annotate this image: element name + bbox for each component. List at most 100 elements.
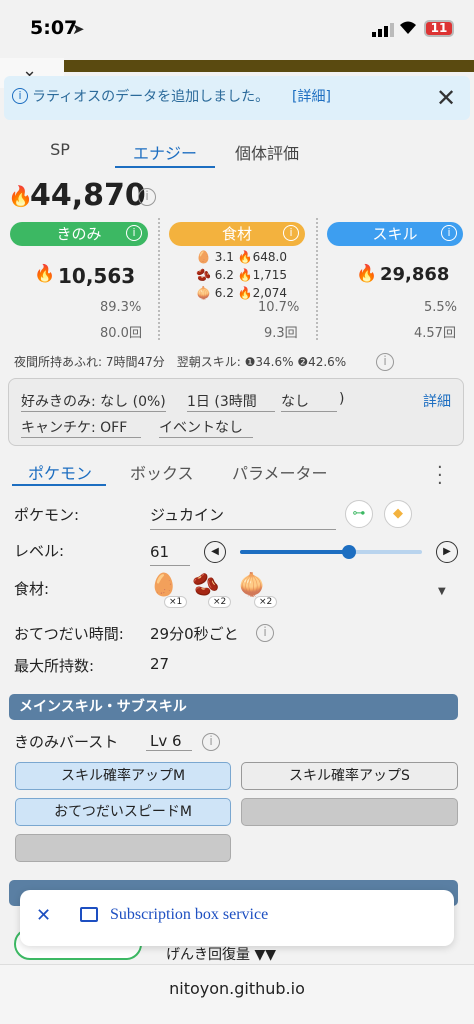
divider (158, 218, 160, 340)
help-time-value: 29分0秒ごと (150, 625, 239, 643)
leek-icon[interactable]: 🧅 (238, 573, 265, 598)
signal-icon (372, 22, 394, 41)
main-skill-level[interactable]: Lv 6 (146, 732, 192, 751)
overflow-info: 夜間所持あふれ: 7時間47分 翌朝スキル: ❶34.6% ❷42.6% (14, 355, 347, 369)
ingredient-label: 食材 (221, 225, 252, 243)
caret-down-icon[interactable]: ▼ (438, 586, 446, 597)
close-icon[interactable]: ✕ (436, 84, 456, 112)
ingredient-multiplier: ×2 (208, 596, 232, 608)
level-slider-fill (240, 550, 350, 554)
level-increase-button[interactable]: ▶ (436, 541, 458, 563)
more-icon[interactable]: · · · (437, 459, 443, 493)
candy-icon[interactable]: ◆ (384, 500, 412, 528)
subskill-empty[interactable] (15, 834, 231, 862)
skill-pct: 5.5% (424, 300, 458, 315)
ingredient-count: 9.3回 (264, 326, 298, 341)
egg-icon[interactable]: 🥚 (150, 573, 177, 598)
level-input[interactable]: 61 (150, 543, 190, 566)
level-slider[interactable] (240, 545, 422, 559)
level-slider-thumb[interactable] (342, 545, 356, 559)
ing-qty: 3.1 (214, 250, 234, 264)
wifi-icon (398, 19, 418, 39)
close-icon[interactable]: ✕ (36, 905, 51, 926)
berry-energy: 10,563 (58, 264, 136, 288)
ing-energy: 648.0 (252, 250, 287, 264)
ingredients-label: 食材: (14, 580, 50, 598)
tab-evaluation[interactable]: 個体評価 (222, 140, 312, 164)
tab-indicator (12, 484, 106, 486)
notice-text: ラティオスのデータを追加しました。 (32, 89, 270, 105)
candy-ticket-select[interactable]: キャンチケ: OFF (21, 417, 141, 438)
ing-qty: 6.2 (214, 286, 234, 300)
info-icon[interactable]: i (441, 225, 457, 241)
help-time-label: おてつだい時間: (14, 625, 124, 643)
flame-icon: 🔥 (356, 264, 378, 284)
detail-link[interactable]: 詳細 (423, 391, 451, 411)
header-bar (0, 60, 474, 72)
info-icon[interactable]: i (376, 353, 394, 371)
subskill-button[interactable]: スキル確率アップS (241, 762, 458, 790)
settings-box: 好みきのみ: なし (0%) 1日 (3時間 なし ) 詳細 キャンチケ: OF… (8, 378, 464, 446)
ing-qty: 6.2 (214, 268, 234, 282)
info-icon[interactable]: i (256, 624, 274, 642)
subscription-popup[interactable]: ✕ Subscription box service (20, 890, 454, 946)
tab-parameter[interactable]: パラメーター (232, 460, 328, 484)
level-decrease-button[interactable]: ◀ (204, 541, 226, 563)
notice-detail-link[interactable]: [詳細] (292, 86, 331, 106)
skill-pill: スキル i (327, 222, 463, 246)
sleep-select[interactable]: なし (281, 391, 337, 412)
flame-icon: 🔥 (34, 264, 56, 284)
skill-label: スキル (372, 225, 418, 243)
ingredient-row: 🥚 3.1 🔥648.0 (196, 250, 287, 264)
notice-banner: i ラティオスのデータを追加しました。 [詳細] ✕ (4, 76, 470, 120)
subskill-button[interactable]: おてつだいスピードM (15, 798, 231, 826)
energy-recovery-label: げんき回復量 ▼▼ (166, 947, 276, 963)
subskill-button[interactable]: スキル確率アップM (15, 762, 231, 790)
tab-indicator (115, 166, 215, 168)
berry-pill: きのみ i (10, 222, 148, 246)
info-icon[interactable]: i (202, 733, 220, 751)
subskill-empty[interactable] (241, 798, 458, 826)
info-icon[interactable]: i (126, 225, 142, 241)
tab-energy[interactable]: エナジー (120, 140, 210, 164)
newspaper-icon (80, 907, 98, 922)
berry-count: 80.0回 (100, 326, 142, 341)
evolution-icon[interactable]: ⊶ (345, 500, 373, 528)
tab-sp[interactable]: SP (38, 140, 82, 159)
max-carry-value: 27 (150, 655, 170, 673)
tab-box[interactable]: ボックス (130, 460, 194, 484)
total-energy: 44,870 (30, 178, 146, 213)
pokemon-label: ポケモン: (14, 506, 80, 524)
battery-icon: 11 (424, 20, 454, 37)
ingredient-row: 🧅 6.2 🔥2,074 (196, 286, 287, 300)
event-select[interactable]: イベントなし (159, 417, 253, 438)
browser-url-bar[interactable]: nitoyon.github.io (0, 964, 474, 1024)
period-select[interactable]: 1日 (3時間 (187, 391, 275, 412)
ingredient-pct: 10.7% (258, 300, 300, 315)
info-icon: i (12, 88, 28, 104)
ingredient-multiplier: ×2 (254, 596, 278, 608)
tab-pokemon[interactable]: ポケモン (28, 460, 92, 484)
berry-label: きのみ (56, 225, 102, 243)
pokemon-input[interactable]: ジュカイン (150, 504, 336, 530)
info-icon[interactable]: i (283, 225, 299, 241)
status-time: 5:07 (30, 17, 78, 39)
location-arrow-icon: ➤ (72, 20, 85, 38)
ingredient-pill: 食材 i (169, 222, 305, 246)
divider (316, 218, 318, 340)
paren: ) (339, 391, 345, 407)
ing-energy: 1,715 (252, 268, 287, 282)
skill-count: 4.57回 (414, 326, 456, 341)
total-energy-value: 44,870 (30, 178, 146, 213)
ingredient-row: 🫘 6.2 🔥1,715 (196, 268, 287, 282)
favorite-berry-select[interactable]: 好みきのみ: なし (0%) (21, 391, 166, 412)
main-skill-name[interactable]: きのみバースト (14, 731, 118, 752)
url-text[interactable]: nitoyon.github.io (0, 979, 474, 998)
skills-header: メインスキル・サブスキル (9, 694, 458, 720)
subscription-label[interactable]: Subscription box service (110, 906, 268, 924)
info-icon[interactable]: i (138, 188, 156, 206)
bean-icon[interactable]: 🫘 (192, 573, 219, 598)
ing-energy: 2,074 (252, 286, 287, 300)
level-label: レベル: (14, 542, 65, 560)
berry-pct: 89.3% (100, 300, 142, 315)
